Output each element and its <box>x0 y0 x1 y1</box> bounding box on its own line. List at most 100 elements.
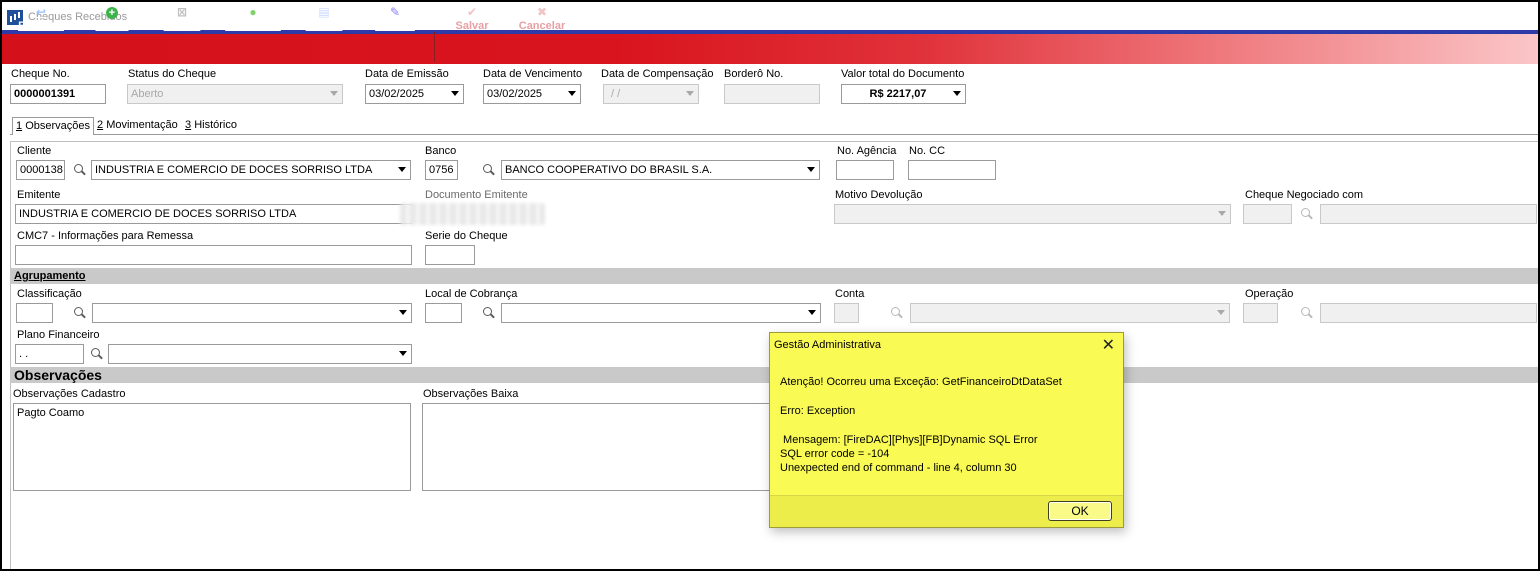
banco-label: Banco <box>425 145 457 157</box>
negociado-name-field[interactable] <box>1320 204 1537 224</box>
retornar-button[interactable]: ↩ Retornar <box>14 4 68 34</box>
classificacao-select[interactable] <box>92 303 412 323</box>
paperclip-icon: ✎ <box>389 5 401 19</box>
chevron-down-icon <box>330 91 338 96</box>
vencimento-date-field[interactable]: 03/02/2025 <box>483 84 581 104</box>
search-icon[interactable] <box>479 303 497 323</box>
obs-cadastro-label: Observações Cadastro <box>13 388 126 400</box>
dialog-title: Gestão Administrativa <box>774 339 881 351</box>
classificacao-code-field[interactable] <box>16 303 53 323</box>
conta-code-field[interactable] <box>834 303 859 323</box>
toolbar-separator <box>434 32 435 62</box>
chevron-down-icon <box>1218 211 1226 216</box>
obs-baixa-textarea[interactable] <box>422 403 771 491</box>
valor-total-field[interactable]: R$ 2217,07 <box>841 84 966 104</box>
search-icon[interactable] <box>87 344 105 364</box>
obs-baixa-label: Observações Baixa <box>423 388 519 400</box>
serie-label: Serie do Cheque <box>425 230 508 242</box>
chevron-down-icon <box>399 351 407 356</box>
chevron-down-icon <box>398 167 406 172</box>
excluir-button[interactable]: ⊠ Excluir <box>162 4 202 34</box>
search-icon[interactable] <box>70 303 88 323</box>
tab-observacoes[interactable]: 1 Observações <box>12 117 94 135</box>
local-cobranca-select[interactable] <box>501 303 821 323</box>
financeiro-button[interactable]: ● Financeiro <box>223 4 283 34</box>
search-icon[interactable] <box>887 303 905 323</box>
tab-movimentacao[interactable]: 2 Movimentação <box>94 117 181 135</box>
cmc7-field[interactable] <box>15 245 412 265</box>
search-icon[interactable] <box>1297 204 1315 224</box>
serie-field[interactable] <box>425 245 475 265</box>
cheque-no-label: Cheque No. <box>11 68 70 80</box>
salvar-button[interactable]: ✔ Salvar <box>452 4 492 34</box>
search-icon[interactable] <box>70 160 88 180</box>
error-dialog: Gestão Administrativa ✕ Atenção! Ocorreu… <box>769 332 1124 528</box>
agencia-label: No. Agência <box>837 145 897 157</box>
search-icon[interactable] <box>1297 303 1315 323</box>
check-icon: ✔ <box>466 5 478 19</box>
reader-icon: ▤ <box>318 5 330 19</box>
search-icon[interactable] <box>479 160 497 180</box>
tab-historico[interactable]: 3 Histórico <box>182 117 240 135</box>
cheque-no-field[interactable]: 0000001391 <box>10 84 106 104</box>
bordero-label: Borderô No. <box>724 68 784 80</box>
operacao-label: Operação <box>1245 288 1294 300</box>
leitora-button[interactable]: ▤ Leitora <box>303 4 345 34</box>
cc-label: No. CC <box>909 145 946 157</box>
emissao-date-field[interactable]: 03/02/2025 <box>365 84 464 104</box>
motivo-label: Motivo Devolução <box>835 189 923 201</box>
compensacao-date-field[interactable]: / / <box>603 84 699 104</box>
agrupamento-section-header: Agrupamento <box>10 268 1538 284</box>
banco-code-field[interactable]: 0756 <box>425 160 458 180</box>
incluir-button[interactable]: + Incluir <box>92 4 132 34</box>
vencimento-label: Data de Vencimento <box>483 68 583 80</box>
dialog-line-detail: Unexpected end of command - line 4, colu… <box>780 462 1017 474</box>
redacted-document-field <box>400 203 545 225</box>
anexos-button[interactable]: ✎ Anexos <box>373 4 417 34</box>
conta-label: Conta <box>835 288 865 300</box>
emissao-label: Data de Emissão <box>365 68 449 80</box>
return-icon: ↩ <box>35 5 47 19</box>
plano-financeiro-label: Plano Financeiro <box>17 329 100 341</box>
cancelar-button[interactable]: ✖ Cancelar <box>516 4 568 34</box>
plano-financeiro-select[interactable] <box>108 344 412 364</box>
banco-name-select[interactable]: BANCO COOPERATIVO DO BRASIL S.A. <box>501 160 820 180</box>
motivo-select[interactable] <box>834 204 1231 224</box>
chevron-down-icon <box>451 91 459 96</box>
emitente-field[interactable]: INDUSTRIA E COMERCIO DE DOCES SORRISO LT… <box>15 204 412 224</box>
negociado-code-field[interactable] <box>1243 204 1292 224</box>
local-cobranca-label: Local de Cobrança <box>425 288 518 300</box>
dialog-message: Atenção! Ocorreu uma Exceção: GetFinance… <box>780 375 1115 475</box>
cmc7-label: CMC7 - Informações para Remessa <box>17 230 194 242</box>
conta-select[interactable] <box>910 303 1230 323</box>
delete-icon: ⊠ <box>176 5 188 19</box>
chevron-down-icon <box>953 91 961 96</box>
dialog-line-error: Erro: Exception <box>780 405 856 417</box>
classificacao-label: Classificação <box>17 288 82 300</box>
operacao-code-field[interactable] <box>1243 303 1278 323</box>
chevron-down-icon <box>808 310 816 315</box>
dialog-footer: OK <box>770 495 1123 527</box>
cliente-name-select[interactable]: INDUSTRIA E COMERCIO DE DOCES SORRISO LT… <box>91 160 411 180</box>
bordero-field[interactable] <box>724 84 820 104</box>
agencia-field[interactable] <box>836 160 894 180</box>
local-code-field[interactable] <box>425 303 462 323</box>
valor-label: Valor total do Documento <box>841 68 965 80</box>
dialog-line-attention: Atenção! Ocorreu uma Exceção: GetFinance… <box>780 376 1062 388</box>
chevron-down-icon <box>686 91 694 96</box>
cc-field[interactable] <box>908 160 996 180</box>
chevron-down-icon <box>399 310 407 315</box>
operacao-name-field[interactable] <box>1320 303 1537 323</box>
ok-button[interactable]: OK <box>1048 501 1112 521</box>
compensacao-label: Data de Compensação <box>601 68 714 80</box>
dialog-line-message: Mensagem: [FireDAC][Phys][FB]Dynamic SQL… <box>780 434 1038 446</box>
close-icon[interactable]: ✕ <box>1102 335 1115 355</box>
dialog-line-sql-code: SQL error code = -104 <box>780 448 890 460</box>
money-bag-icon: ● <box>249 5 257 19</box>
plano-code-field[interactable]: . . <box>15 344 84 364</box>
plus-icon: + <box>92 5 132 19</box>
doc-emitente-label: Documento Emitente <box>425 189 528 201</box>
obs-cadastro-textarea[interactable]: Pagto Coamo <box>13 403 411 491</box>
status-select[interactable]: Aberto <box>127 84 343 104</box>
cliente-code-field[interactable]: 0000138 <box>16 160 65 180</box>
